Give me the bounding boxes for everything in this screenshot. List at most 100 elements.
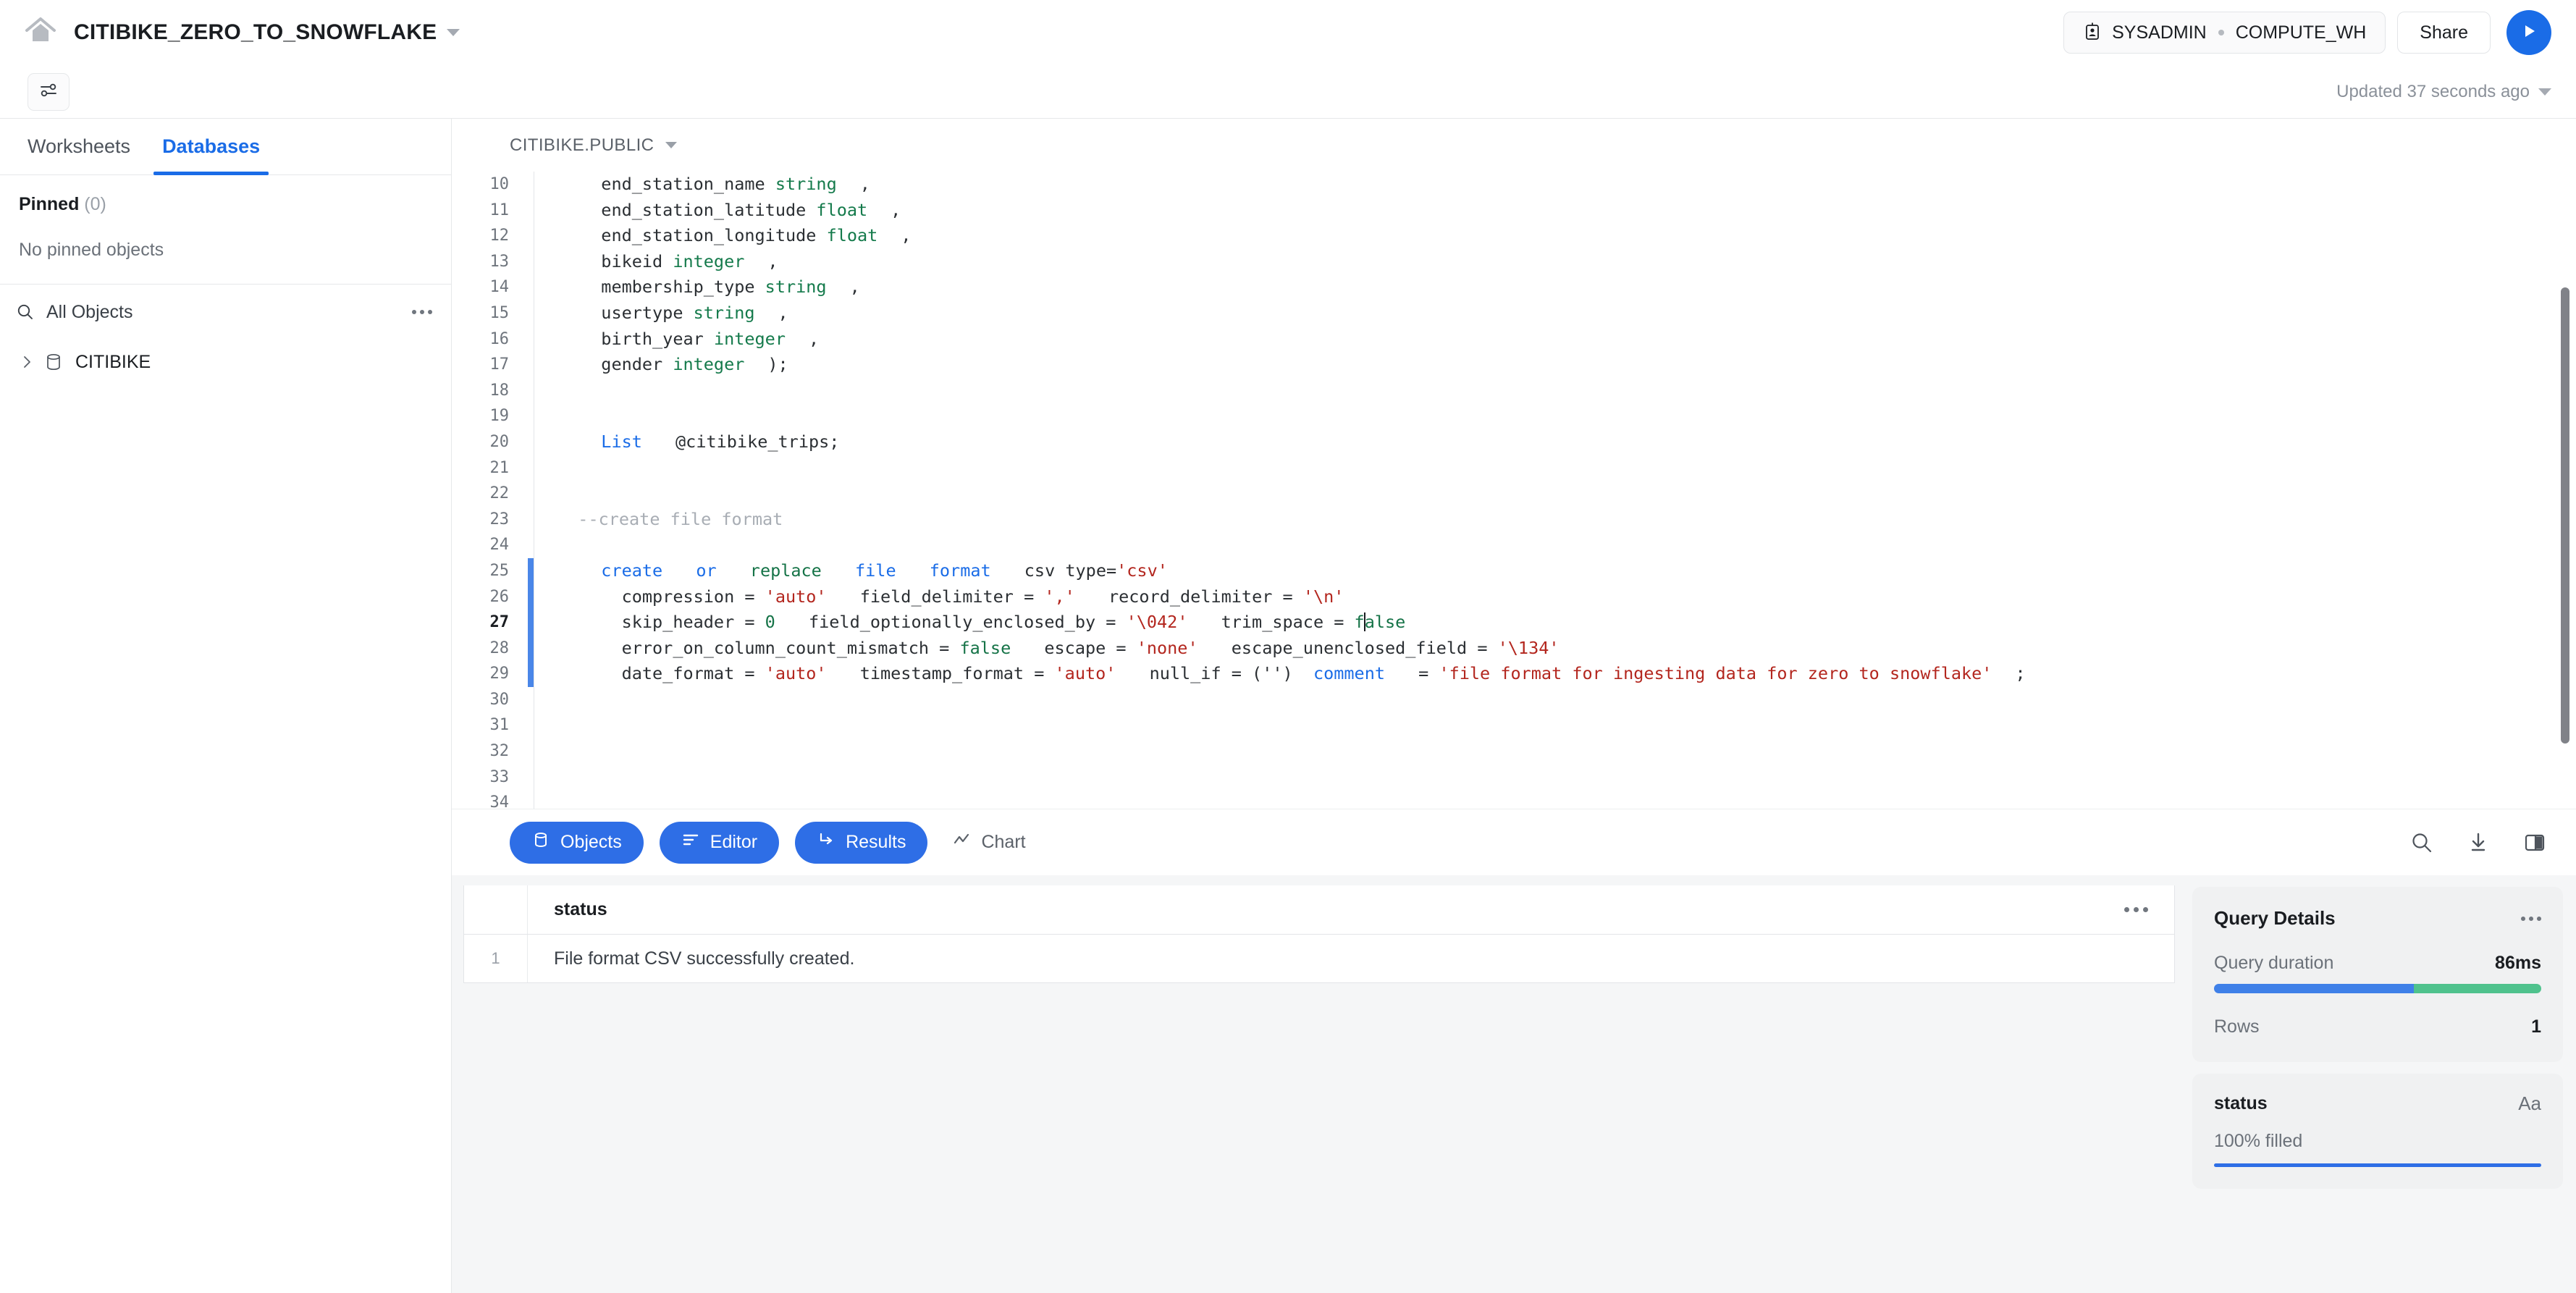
- query-duration-label: Query duration: [2214, 953, 2333, 974]
- code-line[interactable]: 33: [452, 765, 2576, 791]
- line-number: 14: [452, 274, 528, 300]
- all-objects-row[interactable]: All Objects: [0, 285, 451, 340]
- line-number: 29: [452, 661, 528, 687]
- code-line[interactable]: 20 List @citibike_trips;: [452, 429, 2576, 455]
- code-line[interactable]: 29 date_format = 'auto' timestamp_format…: [452, 661, 2576, 687]
- code-text[interactable]: end_station_name string,: [534, 172, 870, 198]
- tab-editor[interactable]: Editor: [660, 822, 779, 864]
- query-duration-row: Query duration 86ms: [2214, 953, 2541, 974]
- code-line[interactable]: 25 create or replace file format csv typ…: [452, 558, 2576, 584]
- code-line[interactable]: 22: [452, 481, 2576, 507]
- code-token: gender: [557, 354, 673, 374]
- statement-marker: [528, 429, 534, 455]
- updated-chevron-down-icon[interactable]: [2538, 88, 2551, 96]
- code-text[interactable]: gender integer);: [534, 352, 788, 378]
- code-token: [557, 560, 601, 581]
- share-button[interactable]: Share: [2397, 12, 2491, 54]
- code-token: string: [765, 277, 827, 297]
- code-text[interactable]: birth_year integer,: [534, 327, 819, 353]
- run-button[interactable]: [2506, 10, 2551, 55]
- context-selector[interactable]: SYSADMIN COMPUTE_WH: [2063, 12, 2386, 54]
- code-line[interactable]: 34: [452, 790, 2576, 809]
- all-objects-label: All Objects: [46, 302, 412, 323]
- code-line[interactable]: 18: [452, 378, 2576, 404]
- table-row[interactable]: 1 File format CSV successfully created.: [464, 935, 2174, 982]
- code-token: integer: [714, 329, 786, 349]
- chevron-right-icon[interactable]: [19, 354, 35, 370]
- tab-results[interactable]: Results: [795, 822, 927, 864]
- chevron-down-icon[interactable]: [447, 29, 460, 36]
- code-line[interactable]: 11 end_station_latitude float,: [452, 198, 2576, 224]
- statement-marker: [528, 532, 534, 558]
- code-line[interactable]: 30: [452, 687, 2576, 713]
- cell-status[interactable]: File format CSV successfully created.: [528, 935, 2174, 982]
- code-text[interactable]: --create file format: [534, 507, 783, 533]
- breadcrumb[interactable]: CITIBIKE.PUBLIC: [510, 135, 654, 156]
- code-line[interactable]: 17 gender integer);: [452, 352, 2576, 378]
- tab-objects[interactable]: Objects: [510, 822, 644, 864]
- statement-marker: [528, 507, 534, 533]
- code-token: ,: [837, 174, 870, 194]
- database-icon: [45, 353, 62, 371]
- column-header-status[interactable]: status: [528, 885, 2124, 934]
- tab-databases[interactable]: Databases: [146, 119, 276, 174]
- code-text[interactable]: error_on_column_count_mismatch = false e…: [534, 636, 1560, 662]
- statement-marker: [528, 712, 534, 738]
- code-token: record_delimiter =: [1075, 586, 1303, 607]
- code-line[interactable]: 28 error_on_column_count_mismatch = fals…: [452, 636, 2576, 662]
- code-token: ',': [1044, 586, 1074, 607]
- code-text[interactable]: compression = 'auto' field_delimiter = '…: [534, 584, 1344, 610]
- code-line[interactable]: 32: [452, 738, 2576, 765]
- code-line[interactable]: 14 membership_type string,: [452, 274, 2576, 300]
- breadcrumb-chevron-down-icon[interactable]: [665, 142, 677, 148]
- code-line[interactable]: 10 end_station_name string,: [452, 172, 2576, 198]
- line-number: 17: [452, 352, 528, 378]
- code-line[interactable]: 27 skip_header = 0 field_optionally_encl…: [452, 610, 2576, 636]
- sidebar-item-citibike[interactable]: CITIBIKE: [0, 340, 451, 384]
- code-line[interactable]: 23 --create file format: [452, 507, 2576, 533]
- code-line[interactable]: 26 compression = 'auto' field_delimiter …: [452, 584, 2576, 610]
- code-text[interactable]: List @citibike_trips;: [534, 429, 839, 455]
- code-line[interactable]: 24: [452, 532, 2576, 558]
- code-line[interactable]: 15 usertype string,: [452, 300, 2576, 327]
- column-more-horizontal-icon[interactable]: [2124, 885, 2174, 934]
- results-search-icon[interactable]: [2409, 830, 2434, 855]
- code-lines[interactable]: 10 end_station_name string,11 end_statio…: [452, 172, 2576, 809]
- code-text[interactable]: end_station_longitude float,: [534, 223, 911, 249]
- all-objects-more-horizontal-icon[interactable]: [412, 310, 432, 314]
- left-sidebar: Worksheets Databases Pinned (0) No pinne…: [0, 119, 452, 1293]
- code-token: usertype: [557, 303, 694, 323]
- code-text[interactable]: bikeid integer,: [534, 249, 778, 275]
- home-button[interactable]: [19, 11, 62, 54]
- search-icon[interactable]: [16, 303, 35, 321]
- code-line[interactable]: 21: [452, 455, 2576, 481]
- user-badge-icon: [2083, 22, 2112, 44]
- download-icon[interactable]: [2466, 830, 2491, 855]
- text-type-icon: Aa: [2518, 1092, 2541, 1115]
- tab-chart[interactable]: Chart: [943, 822, 1047, 864]
- code-token: @citibike_trips;: [642, 431, 840, 452]
- code-line[interactable]: 16 birth_year integer,: [452, 327, 2576, 353]
- code-line[interactable]: 12 end_station_longitude float,: [452, 223, 2576, 249]
- code-text[interactable]: date_format = 'auto' timestamp_format = …: [534, 661, 2026, 687]
- code-line[interactable]: 13 bikeid integer,: [452, 249, 2576, 275]
- code-text[interactable]: usertype string,: [534, 300, 788, 327]
- editor-vertical-scrollbar[interactable]: [2561, 287, 2569, 744]
- statement-marker: [528, 198, 534, 224]
- split-panel-icon[interactable]: [2522, 830, 2547, 855]
- code-line[interactable]: 31: [452, 712, 2576, 738]
- code-text[interactable]: create or replace file format csv type='…: [534, 558, 1168, 584]
- tab-worksheets[interactable]: Worksheets: [12, 119, 146, 174]
- query-details-title: Query Details: [2214, 907, 2336, 930]
- code-token: ,: [827, 277, 860, 297]
- code-text[interactable]: membership_type string,: [534, 274, 860, 300]
- sql-editor[interactable]: 10 end_station_name string,11 end_statio…: [452, 172, 2576, 809]
- breadcrumb-bar: CITIBIKE.PUBLIC: [452, 119, 2576, 172]
- code-token: ,: [744, 251, 778, 271]
- code-line[interactable]: 19: [452, 403, 2576, 429]
- code-text[interactable]: end_station_latitude float,: [534, 198, 901, 224]
- statement-marker: [528, 378, 534, 404]
- code-text[interactable]: skip_header = 0 field_optionally_enclose…: [534, 610, 1405, 636]
- query-details-more-horizontal-icon[interactable]: [2521, 917, 2541, 921]
- worksheet-settings-button[interactable]: [28, 73, 70, 111]
